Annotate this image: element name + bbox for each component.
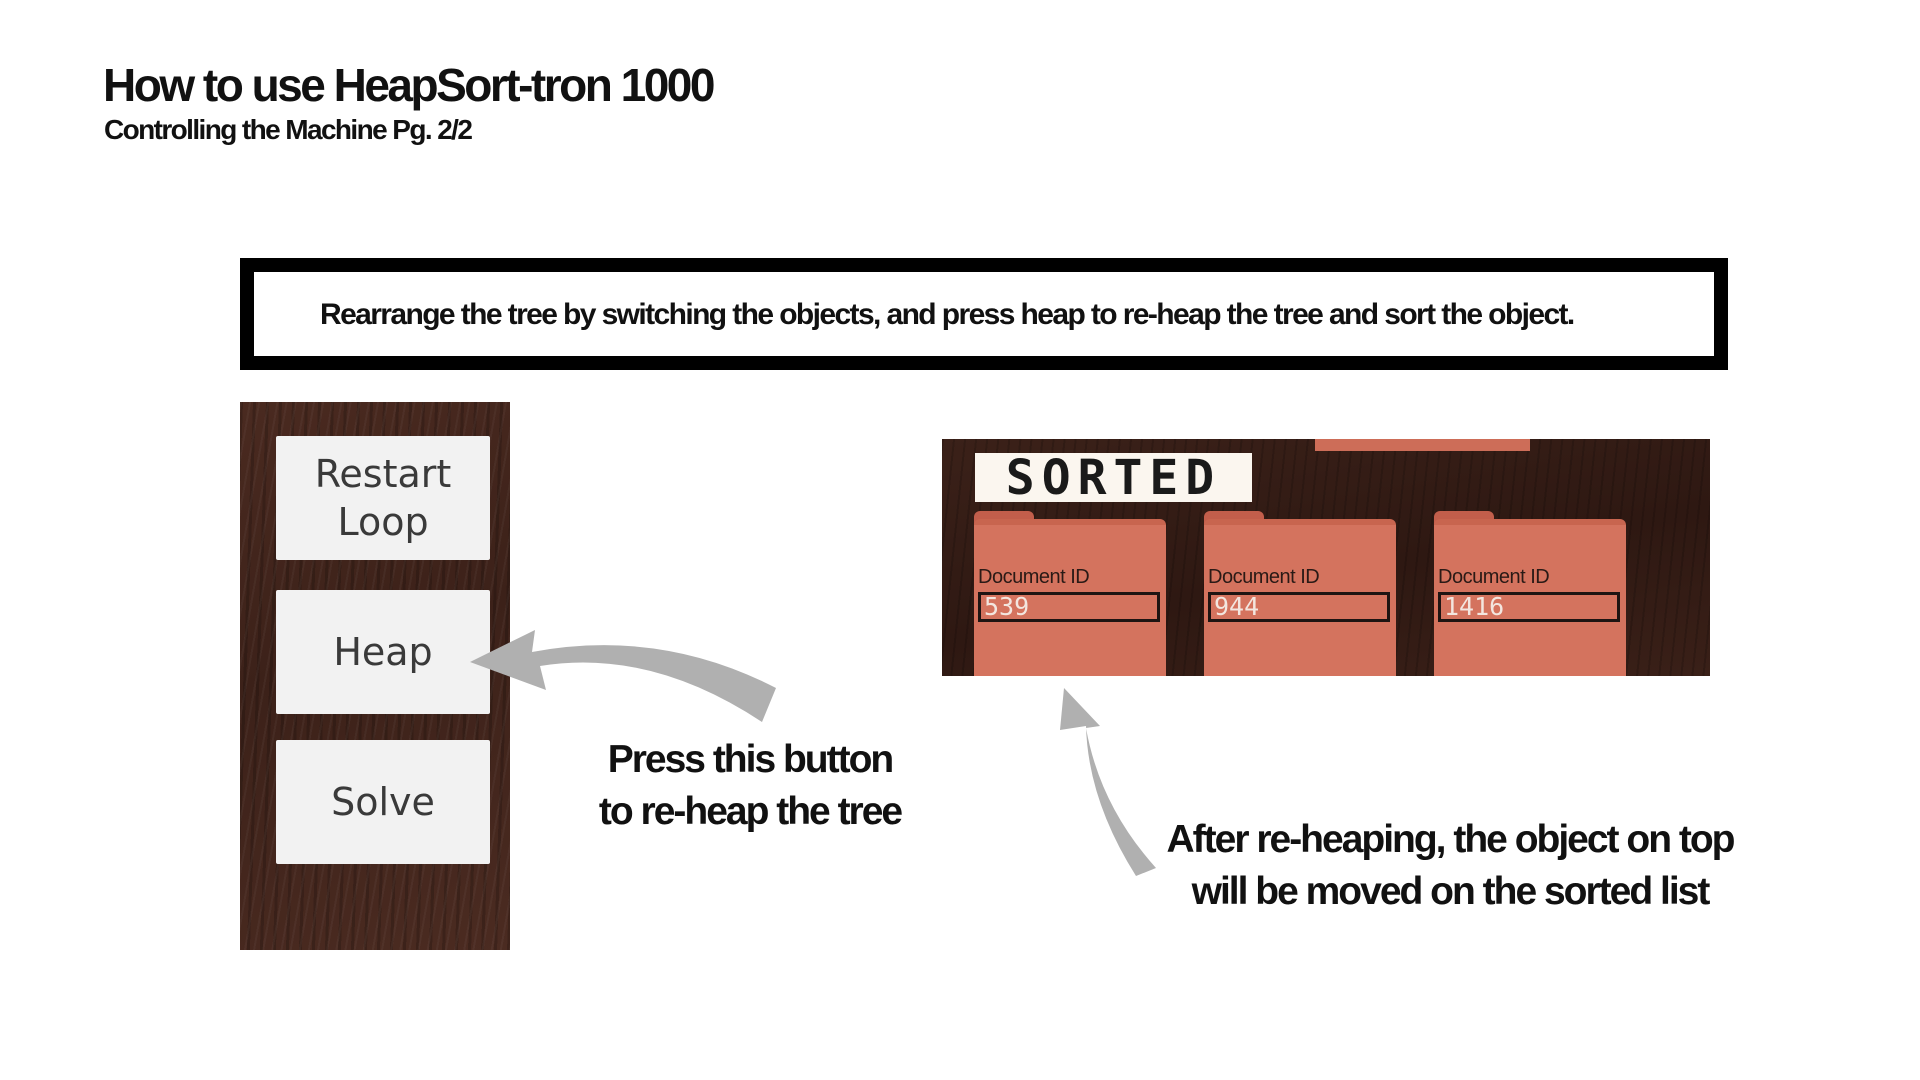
document-folder[interactable]: Document ID 539 (974, 511, 1166, 676)
folder-tab-top (1315, 439, 1530, 451)
sorted-list-panel: SORTED Document ID 539 Document ID 944 D… (942, 439, 1710, 676)
document-id-value: 1416 (1438, 592, 1620, 622)
heap-button-callout: Press this button to re-heap the tree (598, 738, 903, 833)
document-id-label: Document ID (1438, 566, 1550, 588)
document-id-value: 539 (978, 592, 1160, 622)
arrow-to-heap-button (470, 630, 776, 722)
arrow-to-sorted-list (1060, 688, 1156, 876)
document-folder[interactable]: Document ID 944 (1204, 511, 1396, 676)
document-id-value: 944 (1208, 592, 1390, 622)
document-folder[interactable]: Document ID 1416 (1434, 511, 1626, 676)
document-id-label: Document ID (978, 566, 1090, 588)
sorted-label: SORTED (975, 450, 1252, 506)
sorted-list-callout: After re-heaping, the object on top will… (1166, 818, 1735, 913)
document-id-label: Document ID (1208, 566, 1320, 588)
